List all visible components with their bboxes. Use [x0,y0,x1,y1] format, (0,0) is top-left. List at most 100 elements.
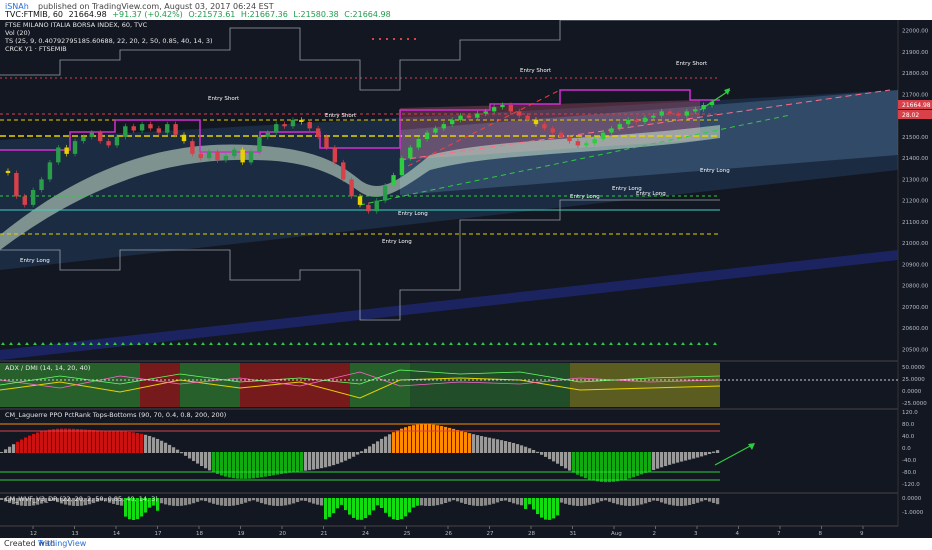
candle-body[interactable] [408,147,413,159]
candle-body[interactable] [508,105,514,112]
candle-body[interactable] [466,115,472,118]
candle-body[interactable] [257,136,262,152]
indicator-crck[interactable]: CRCK Y1 · FTSEMIB [5,45,67,53]
candle-body[interactable] [567,136,572,142]
candle-body[interactable] [676,113,681,116]
candle-body[interactable] [139,124,145,131]
candle-body[interactable] [399,158,405,176]
candle-body[interactable] [659,111,664,116]
candle-body[interactable] [357,196,363,205]
pfr-bar [584,452,588,479]
adx-title[interactable]: ADX / DMI (14, 14, 20, 40) [5,364,90,372]
candle-body[interactable] [165,124,170,133]
candle-body[interactable] [198,153,203,159]
candle-body[interactable] [491,107,497,112]
candle-body[interactable] [315,128,321,137]
candle-body[interactable] [558,132,564,137]
candle-body[interactable] [56,147,61,163]
candle-body[interactable] [215,151,220,161]
candle-body[interactable] [265,132,271,137]
candle-body[interactable] [709,101,715,105]
time-tick-label: 28 [528,531,535,537]
candle-body[interactable] [282,124,287,127]
candle-body[interactable] [634,119,639,122]
candle-body[interactable] [131,126,136,131]
candle-body[interactable] [22,196,27,205]
candle-body[interactable] [248,151,254,163]
candle-body[interactable] [500,105,505,108]
candle-body[interactable] [517,111,522,116]
pfr-title[interactable]: CM_Laguerre PPO PctRank Tops-Bottoms (90… [5,411,226,419]
candle-body[interactable] [349,179,354,197]
candle-body[interactable] [617,124,623,129]
candle-body[interactable] [114,136,120,146]
candle-body[interactable] [584,143,589,146]
candle-body[interactable] [667,111,673,114]
candle-body[interactable] [341,162,346,180]
candle-body[interactable] [232,149,237,156]
candle-body[interactable] [39,179,44,190]
candle-body[interactable] [391,175,396,186]
candle-body[interactable] [575,141,581,146]
candle-body[interactable] [106,141,111,146]
wvf-title[interactable]: CM_WVF_V3_DR (22, 20, 2, 50, 0.85, 40, 1… [5,495,158,503]
candle-body[interactable] [64,147,69,154]
candle-body[interactable] [642,117,648,122]
candle-body[interactable] [475,113,480,118]
candle-body[interactable] [173,124,178,135]
candle-body[interactable] [273,124,279,133]
candle-body[interactable] [483,111,488,114]
indicator-vol[interactable]: Vol (20) [5,29,30,37]
candle-body[interactable] [206,151,212,159]
chart-svg[interactable]: Entry Short Entry Short Entry Short Entr… [0,19,932,538]
candle-body[interactable] [424,132,430,139]
indicator-ts[interactable]: TS (25, 9, 0.40792795185.60688, 22, 20, … [5,37,213,45]
chart-area[interactable]: Entry Short Entry Short Entry Short Entr… [0,19,932,540]
candle-body[interactable] [374,200,379,212]
candle-body[interactable] [458,115,463,120]
candle-body[interactable] [441,124,447,129]
candle-body[interactable] [525,115,530,120]
candle-body[interactable] [299,119,304,122]
candle-body[interactable] [366,204,371,212]
candle-body[interactable] [123,126,128,137]
candle-body[interactable] [382,185,388,201]
candle-body[interactable] [14,173,19,197]
candle-body[interactable] [307,122,312,129]
candle-body[interactable] [148,124,153,129]
candle-body[interactable] [156,128,162,133]
candle-body[interactable] [30,190,36,205]
time-axis[interactable]: 12 13 14 17 18 19 20 21 24 25 26 27 28 31 Aug 2 3 4 7 8 9 [30,526,864,537]
candle-body[interactable] [449,119,455,125]
pfr-bar [692,452,696,459]
candle-body[interactable] [693,109,698,112]
candle-body[interactable] [240,149,245,163]
candle-body[interactable] [290,119,296,127]
candle-body[interactable] [332,147,338,163]
candle-body[interactable] [533,119,539,125]
candle-body[interactable] [542,124,547,129]
main-title[interactable]: FTSE MILANO ITALIA BORSA INDEX, 60, TVC [5,21,147,29]
candle-body[interactable] [701,105,706,110]
candle-body[interactable] [190,141,195,154]
candle-body[interactable] [89,132,95,137]
candle-body[interactable] [600,132,606,139]
candle-body[interactable] [416,139,421,148]
candle-body[interactable] [324,136,329,148]
candle-body[interactable] [72,141,78,154]
candle-body[interactable] [609,128,614,133]
candle-body[interactable] [181,134,187,142]
candle-body[interactable] [625,119,631,125]
candle-body[interactable] [651,115,656,118]
tradingview-logo[interactable]: TradingView [38,539,86,548]
candle-body[interactable] [550,128,555,133]
candle-body[interactable] [592,139,597,144]
candle-body[interactable] [47,162,53,180]
candle-body[interactable] [5,170,11,173]
price-axis[interactable]: 22000.0021900.0021800.0021700.0021600.00… [902,29,929,354]
candle-body[interactable] [223,156,229,161]
candle-body[interactable] [97,132,103,142]
candle-body[interactable] [81,136,86,142]
candle-body[interactable] [433,128,438,133]
candle-body[interactable] [684,111,690,116]
